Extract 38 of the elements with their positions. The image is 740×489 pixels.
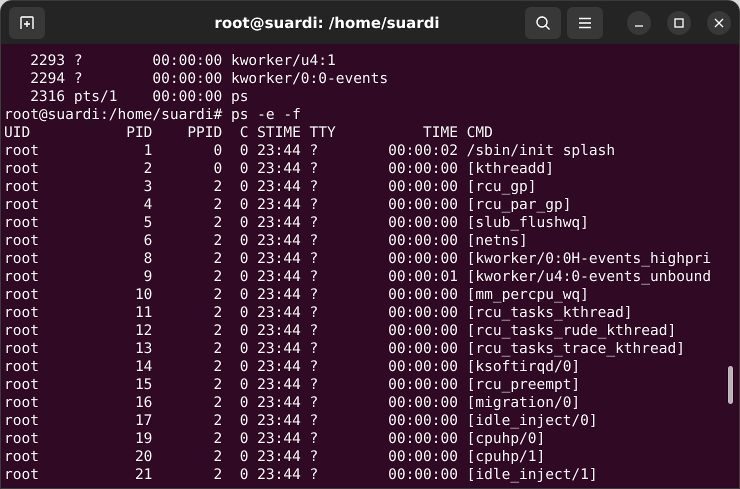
terminal-line: root 17 2 0 23:44 ? 00:00:00 [idle_inject/0] (4, 412, 599, 430)
window-title: root@suardi: /home/suardi (213, 14, 441, 32)
terminal-line: root 10 2 0 23:44 ? 00:00:00 [mm_percpu_wq] (4, 286, 590, 304)
terminal-line: root 8 2 0 23:44 ? 00:00:00 [kworker/0:0H-events_highpri (4, 250, 712, 268)
terminal-line: root 9 2 0 23:44 ? 00:00:01 [kworker/u4:0-events_unbound (4, 268, 712, 286)
terminal-line: root 16 2 0 23:44 ? 00:00:00 [migration/0] (4, 394, 582, 412)
new-tab-icon (19, 14, 35, 30)
search-icon (535, 14, 551, 30)
new-tab-button[interactable] (9, 6, 45, 38)
minimize-icon (635, 24, 643, 26)
menu-icon (578, 16, 592, 28)
terminal-line: root 20 2 0 23:44 ? 00:00:00 [cpuhp/1] (4, 448, 546, 466)
terminal-line: root 4 2 0 23:44 ? 00:00:00 [rcu_par_gp] (4, 196, 572, 214)
close-button[interactable] (707, 10, 731, 34)
maximize-button[interactable] (667, 10, 691, 34)
menu-button[interactable] (567, 6, 603, 38)
terminal-line: root 2 0 0 23:44 ? 00:00:00 [kthreadd] (4, 160, 555, 178)
terminal-line: root 11 2 0 23:44 ? 00:00:00 [rcu_tasks_kthread] (4, 304, 634, 322)
minimize-button[interactable] (627, 10, 651, 34)
scrollbar-thumb[interactable] (728, 366, 733, 404)
maximize-icon (674, 18, 684, 28)
terminal-line: root 1 0 0 23:44 ? 00:00:02 /sbin/init splash (4, 142, 616, 160)
terminal-line: root 3 2 0 23:44 ? 00:00:00 [rcu_gp] (4, 178, 538, 196)
terminal-line: 2294 ? 00:00:00 kworker/0:0-events (29, 70, 390, 88)
terminal-line: root 12 2 0 23:44 ? 00:00:00 [rcu_tasks_rude_kthread] (4, 322, 678, 340)
terminal-line: root 15 2 0 23:44 ? 00:00:00 [rcu_preempt] (4, 376, 582, 394)
terminal-line: root 5 2 0 23:44 ? 00:00:00 [slub_flushwq] (4, 214, 590, 232)
terminal-line: root 14 2 0 23:44 ? 00:00:00 [ksoftirqd/0] (4, 358, 582, 376)
close-icon (714, 18, 724, 28)
terminal-line: 2316 pts/1 00:00:00 ps (29, 88, 250, 106)
terminal-line: root 21 2 0 23:44 ? 00:00:00 [idle_inject/1] (4, 466, 599, 484)
terminal-line: root 13 2 0 23:44 ? 00:00:00 [rcu_tasks_trace_kthread] (4, 340, 686, 358)
terminal-line: root@suardi:/home/suardi# ps -e -f (4, 106, 302, 124)
terminal-line: root 6 2 0 23:44 ? 00:00:00 [netns] (4, 232, 529, 250)
terminal-line: root 19 2 0 23:44 ? 00:00:00 [cpuhp/0] (4, 430, 546, 448)
terminal-line: 2293 ? 00:00:00 kworker/u4:1 (29, 52, 337, 70)
terminal-line: UID PID PPID C STIME TTY TIME CMD (4, 124, 494, 142)
search-button[interactable] (525, 6, 561, 38)
